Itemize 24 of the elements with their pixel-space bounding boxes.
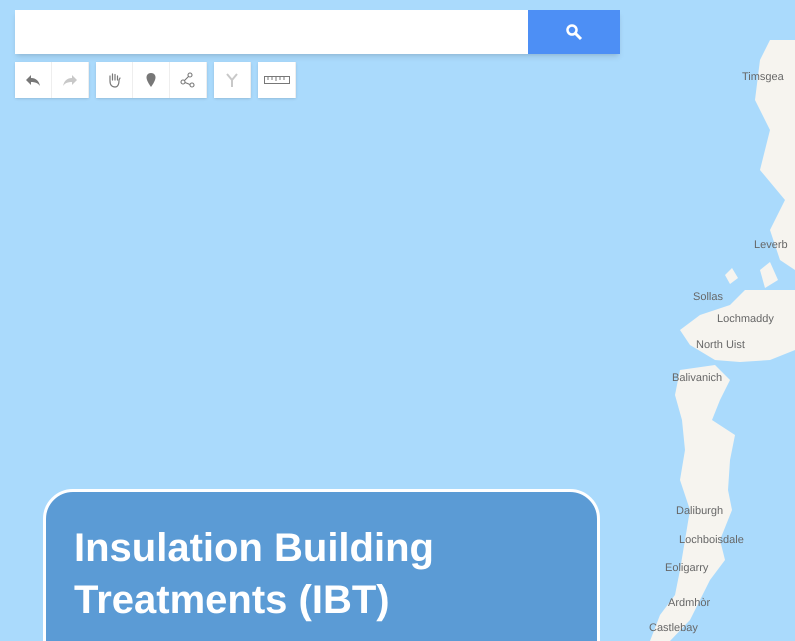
- map-label: Sollas: [693, 292, 723, 303]
- search-field[interactable]: [15, 10, 528, 54]
- map-label: Lochboisdale: [679, 535, 744, 546]
- map-label: Eoligarry: [665, 563, 708, 574]
- ruler-tool-button[interactable]: [258, 62, 296, 98]
- redo-icon: [62, 72, 78, 88]
- map-label: Castlebay: [649, 623, 698, 634]
- route-icon: [224, 72, 240, 88]
- line-tool-button[interactable]: [170, 62, 207, 98]
- search-button[interactable]: [528, 10, 620, 54]
- search-icon: [565, 23, 583, 41]
- ruler-icon: [264, 74, 290, 86]
- map-label: Lochmaddy: [717, 314, 774, 325]
- map-label: Timsgea: [742, 72, 784, 83]
- map-label: Daliburgh: [676, 506, 724, 517]
- map-label: Ardmhòr: [668, 598, 710, 609]
- map-label: Balivanich: [672, 373, 722, 384]
- card-title: Insulation Building Treatments (IBT): [74, 525, 435, 624]
- map-label: Leverb: [754, 240, 788, 251]
- marker-tool-button[interactable]: [133, 62, 170, 98]
- undo-tool-button[interactable]: [15, 62, 52, 98]
- map-label: North Uist: [696, 340, 745, 351]
- polyline-icon: [180, 72, 196, 88]
- hand-tool-button[interactable]: [96, 62, 133, 98]
